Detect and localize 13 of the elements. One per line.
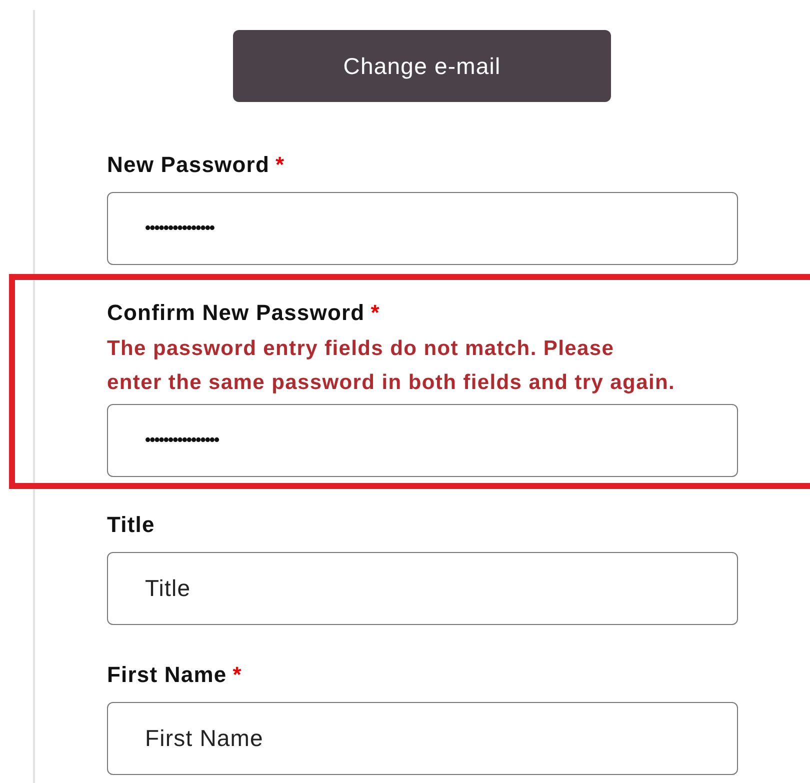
error-message: The password entry fields do not match. Please enter the same password in both fields and try again.: [107, 336, 676, 396]
input-field[interactable]: •••••••••••••••: [107, 192, 738, 265]
change-email-button[interactable]: Change e-mail: [233, 30, 611, 102]
required-mark: *: [232, 662, 242, 688]
field-label: Title: [107, 512, 155, 538]
required-mark: *: [370, 300, 380, 326]
required-mark: *: [275, 152, 284, 178]
field-label: New Password: [107, 152, 270, 178]
input-field[interactable]: ••••••••••••••••: [107, 404, 738, 477]
input-field[interactable]: First Name: [107, 702, 738, 775]
field-label: First Name: [107, 662, 227, 688]
input-field[interactable]: Title: [107, 552, 738, 625]
field-label: Confirm New Password: [107, 300, 365, 326]
